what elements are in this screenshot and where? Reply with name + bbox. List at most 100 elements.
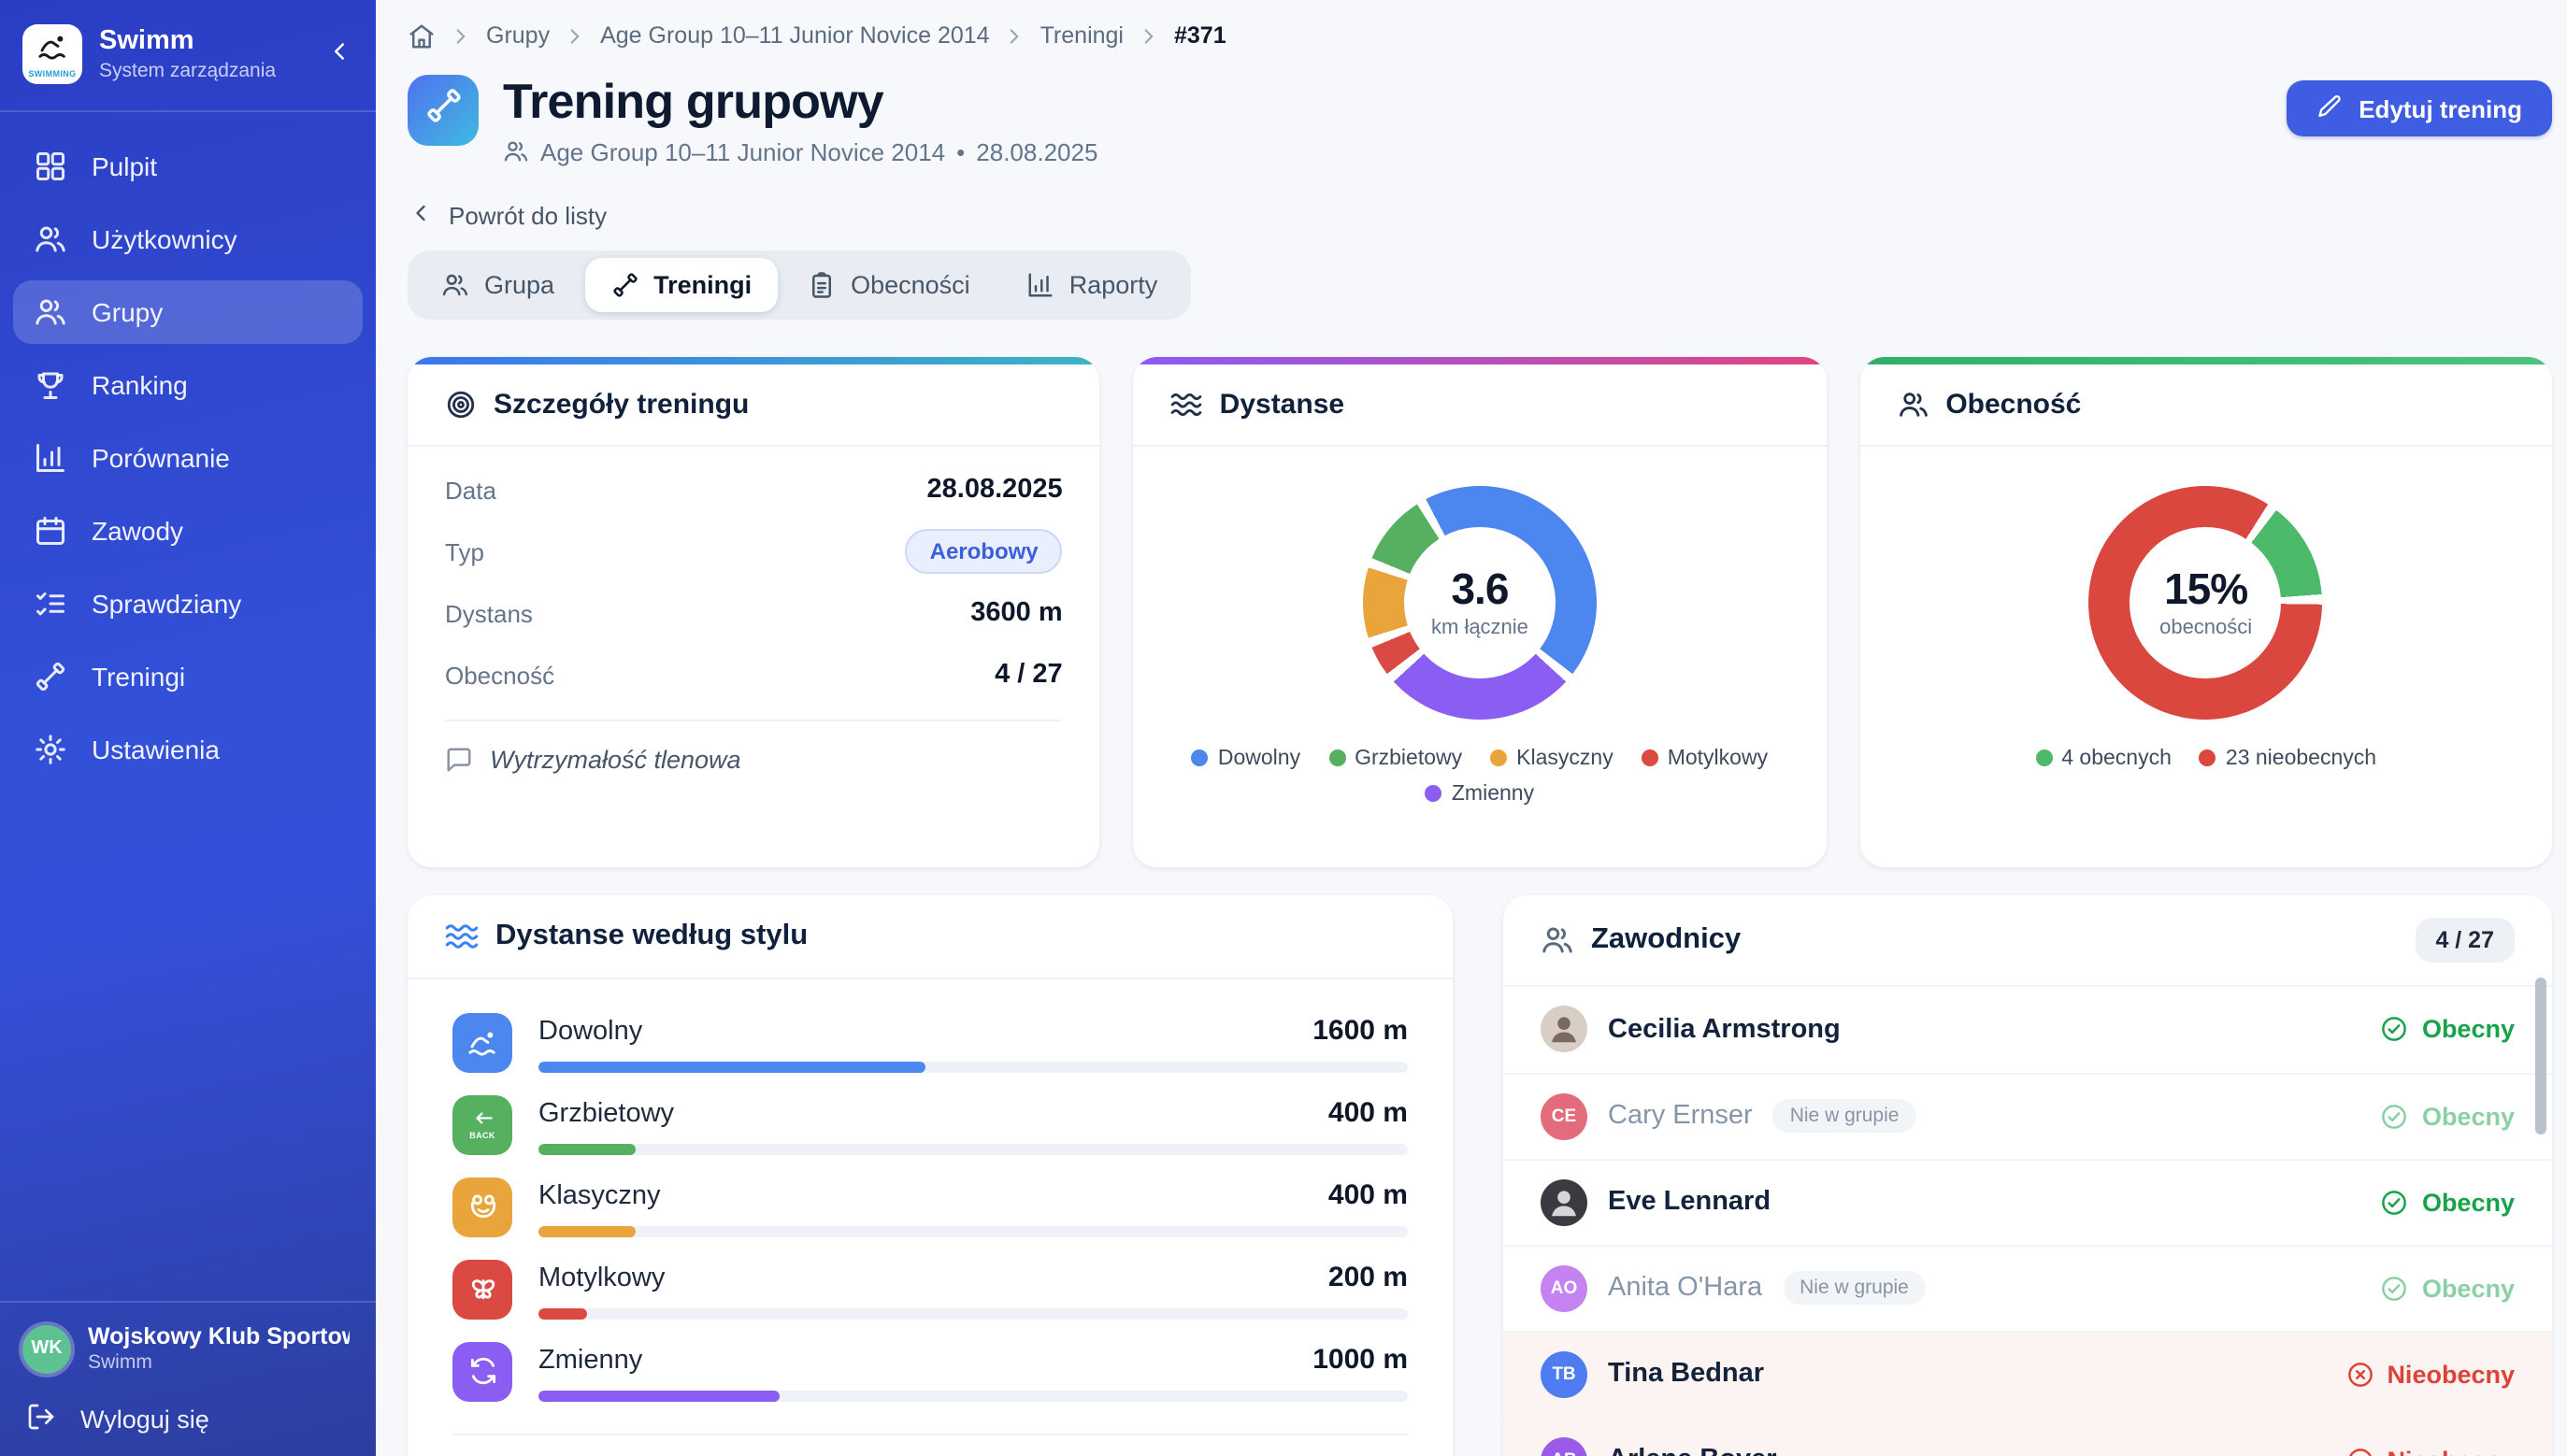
breadcrumb-item[interactable]: Age Group 10–11 Junior Novice 2014 bbox=[600, 22, 990, 49]
progress-track bbox=[538, 1143, 1408, 1154]
page-subtitle: Age Group 10–11 Junior Novice 2014 • 28.… bbox=[503, 137, 1097, 165]
legend-dot bbox=[1328, 749, 1345, 766]
users-icon bbox=[503, 138, 529, 164]
athlete-row[interactable]: Eve LennardObecny bbox=[1503, 1158, 2552, 1244]
list-checks-icon bbox=[34, 587, 67, 621]
brand-name: Swimm bbox=[99, 26, 276, 59]
style-row-top: Zmienny1000 m bbox=[538, 1343, 1408, 1375]
legend-label: Dowolny bbox=[1218, 747, 1300, 769]
subtitle-separator: • bbox=[956, 137, 965, 165]
sidebar-item-label: Treningi bbox=[92, 662, 185, 692]
avatar: AO bbox=[1541, 1264, 1587, 1311]
back-to-list-link[interactable]: Powrót do listy bbox=[408, 199, 607, 231]
scrollbar-thumb[interactable] bbox=[2535, 977, 2546, 1134]
back-arrow-icon: BACK bbox=[452, 1094, 512, 1154]
users-icon bbox=[34, 295, 67, 329]
trophy-icon bbox=[34, 368, 67, 402]
chevron-right-icon bbox=[449, 23, 473, 48]
athlete-name: Cecilia Armstrong bbox=[1608, 1014, 1841, 1044]
athlete-name: Eve Lennard bbox=[1608, 1187, 1771, 1217]
home-icon[interactable] bbox=[408, 21, 436, 50]
sidebar-item-pulpit[interactable]: Pulpit bbox=[13, 135, 363, 198]
tab-treningi[interactable]: Treningi bbox=[584, 257, 778, 311]
app: SWIMMING Swimm System zarządzania Pulpit… bbox=[0, 0, 2567, 1456]
sidebar-item-porównanie[interactable]: Porównanie bbox=[13, 426, 363, 490]
status-label: Obecny bbox=[2422, 1102, 2515, 1130]
breadcrumb-item[interactable]: Treningi bbox=[1040, 22, 1124, 49]
page-title: Trening grupowy bbox=[503, 75, 1097, 128]
status-badge: Obecny bbox=[2381, 1274, 2515, 1302]
breadcrumb-item[interactable]: Grupy bbox=[486, 22, 550, 49]
style-row-top: Grzbietowy400 m bbox=[538, 1096, 1408, 1128]
sidebar-footer: WK Wojskowy Klub Sportowy ... Swimm Wylo… bbox=[0, 1301, 376, 1456]
detail-row-distance: Dystans 3600 m bbox=[445, 582, 1063, 644]
styles-card-header: Dystanse według stylu bbox=[408, 894, 1453, 978]
users-icon bbox=[34, 222, 67, 256]
header-text: Trening grupowy Age Group 10–11 Junior N… bbox=[503, 75, 1097, 165]
athlete-row[interactable]: AOAnita O'HaraNie w grupieObecny bbox=[1503, 1244, 2552, 1330]
subtitle-group: Age Group 10–11 Junior Novice 2014 bbox=[540, 137, 945, 165]
legend-dot bbox=[1642, 749, 1658, 766]
org-name: Wojskowy Klub Sportowy ... bbox=[88, 1323, 350, 1349]
style-name: Dowolny bbox=[538, 1016, 642, 1046]
athlete-name: Tina Bednar bbox=[1608, 1359, 1764, 1389]
legend-label: Grzbietowy bbox=[1355, 747, 1462, 769]
not-in-group-tag: Nie w grupie bbox=[1783, 1271, 1926, 1305]
style-distance: 200 m bbox=[1328, 1261, 1408, 1292]
legend-label: 4 obecnych bbox=[2061, 747, 2172, 769]
athlete-name: Arlene Boyer bbox=[1608, 1445, 1777, 1456]
sidebar-item-label: Pulpit bbox=[92, 151, 157, 181]
athletes-card-title: Zawodnicy bbox=[1591, 922, 1741, 956]
cycle-icon bbox=[452, 1341, 512, 1401]
style-row-zmienny: Zmienny1000 m bbox=[452, 1341, 1408, 1401]
sidebar-item-treningi[interactable]: Treningi bbox=[13, 645, 363, 708]
breadcrumb-item: #371 bbox=[1174, 22, 1226, 49]
athlete-row[interactable]: Cecilia ArmstrongObecny bbox=[1503, 986, 2552, 1072]
sidebar-item-label: Zawody bbox=[92, 516, 183, 546]
bar-chart-icon bbox=[1026, 270, 1054, 298]
calendar-icon bbox=[34, 514, 67, 548]
status-label: Nieobecny bbox=[2387, 1446, 2515, 1456]
style-row-dowolny: Dowolny1600 m bbox=[452, 1012, 1408, 1072]
breadcrumb: Grupy Age Group 10–11 Junior Novice 2014 T… bbox=[408, 15, 2552, 56]
sidebar-item-ustawienia[interactable]: Ustawienia bbox=[13, 718, 363, 781]
legend-item: 23 nieobecnych bbox=[2200, 747, 2376, 769]
attendance-legend: 4 obecnych 23 nieobecnych bbox=[2005, 747, 2406, 769]
athlete-name: Cary Ernser bbox=[1608, 1101, 1753, 1131]
sidebar-collapse-button[interactable] bbox=[325, 37, 353, 71]
tab-obecności[interactable]: Obecności bbox=[782, 257, 997, 311]
athlete-row[interactable]: ABArlene BoyerNieobecny bbox=[1503, 1416, 2552, 1456]
card-accent-bar bbox=[408, 356, 1100, 364]
avatar bbox=[1541, 1006, 1587, 1052]
logout-label: Wyloguj się bbox=[80, 1406, 209, 1434]
logout-button[interactable]: Wyloguj się bbox=[22, 1391, 353, 1437]
sidebar-item-zawody[interactable]: Zawody bbox=[13, 499, 363, 563]
type-badge: Aerobowy bbox=[906, 529, 1063, 574]
dumbbell-icon bbox=[610, 270, 638, 298]
legend-dot bbox=[1490, 749, 1507, 766]
sidebar-item-ranking[interactable]: Ranking bbox=[13, 353, 363, 417]
tab-grupa[interactable]: Grupa bbox=[415, 257, 581, 311]
tab-raporty[interactable]: Raporty bbox=[1000, 257, 1184, 311]
org-switcher[interactable]: WK Wojskowy Klub Sportowy ... Swimm bbox=[22, 1323, 353, 1374]
distances-card-title: Dystanse bbox=[1220, 388, 1344, 420]
progress-track bbox=[538, 1307, 1408, 1319]
legend-dot bbox=[1192, 749, 1209, 766]
edit-training-button[interactable]: Edytuj trening bbox=[2286, 80, 2552, 136]
org-avatar: WK bbox=[22, 1324, 71, 1373]
donut-ring: 3.6 km łącznie bbox=[1363, 485, 1597, 719]
sidebar-item-grupy[interactable]: Grupy bbox=[13, 280, 363, 344]
details-card-title: Szczegóły treningu bbox=[494, 388, 749, 420]
sidebar-item-sprawdziany[interactable]: Sprawdziany bbox=[13, 572, 363, 635]
training-type-icon bbox=[408, 75, 479, 146]
tab-label: Raporty bbox=[1069, 270, 1158, 298]
detail-row-type: Typ Aerobowy bbox=[445, 521, 1063, 582]
style-row-klasyczny: Klasyczny400 m bbox=[452, 1177, 1408, 1236]
athlete-row[interactable]: CECary ErnserNie w grupieObecny bbox=[1503, 1072, 2552, 1158]
logo-caption: SWIMMING bbox=[28, 71, 76, 79]
butterfly-icon bbox=[452, 1259, 512, 1319]
check-circle-icon bbox=[2381, 1188, 2409, 1216]
not-in-group-tag: Nie w grupie bbox=[1773, 1099, 1916, 1133]
sidebar-item-użytkownicy[interactable]: Użytkownicy bbox=[13, 207, 363, 271]
athlete-row[interactable]: TBTina BednarNieobecny bbox=[1503, 1330, 2552, 1416]
